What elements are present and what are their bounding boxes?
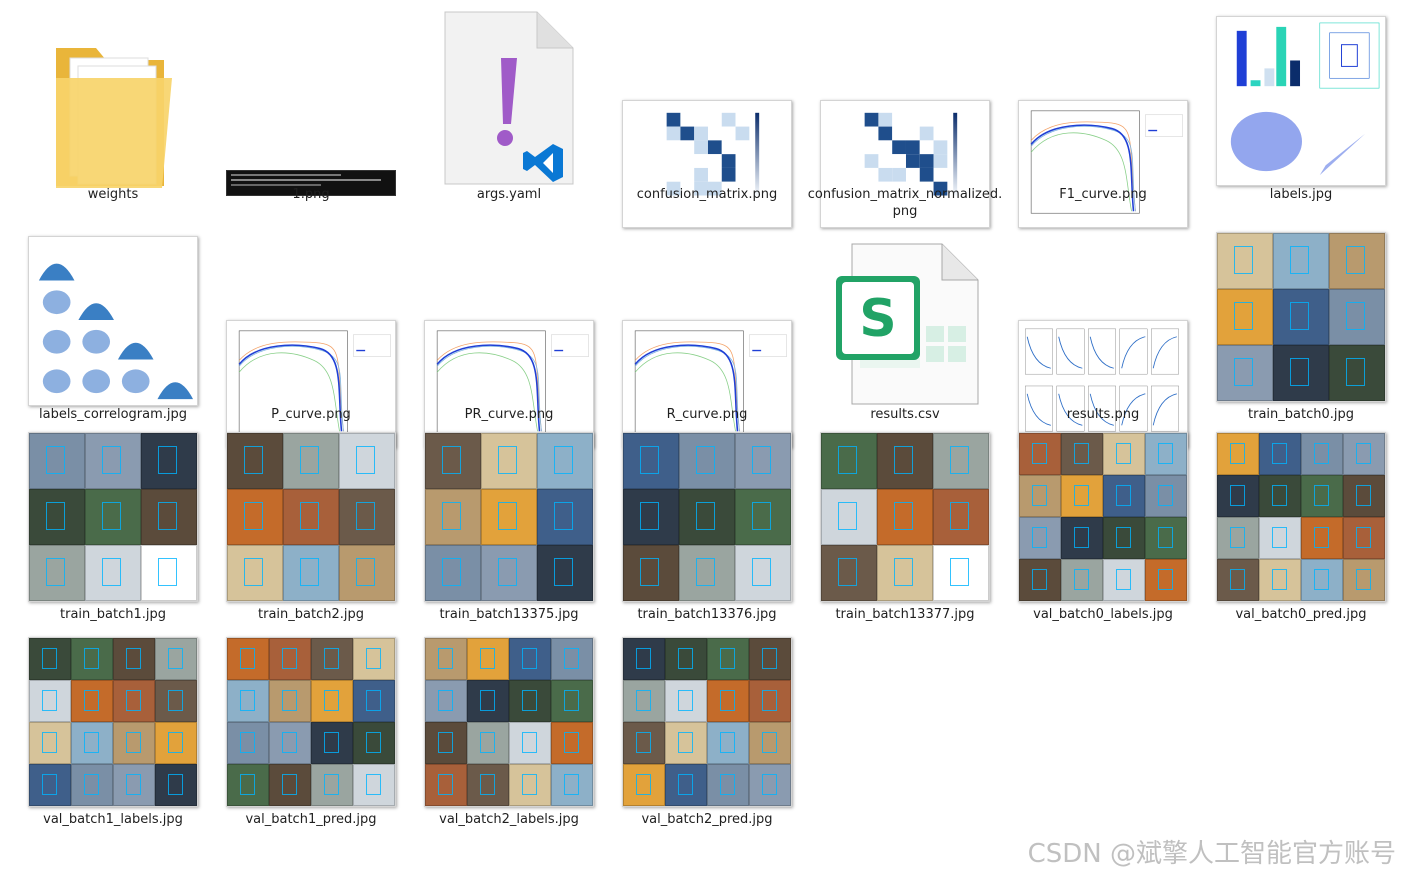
file-item[interactable]: train_batch1.jpg: [14, 428, 212, 628]
file-name-label: confusion_matrix.png: [608, 186, 806, 203]
file-name-label: results.csv: [806, 406, 1004, 423]
file-item[interactable]: S results.csv: [806, 228, 1004, 428]
file-name-label: results.png: [1004, 406, 1202, 423]
file-name-label: args.yaml: [410, 186, 608, 203]
file-name-label: train_batch13375.jpg: [410, 606, 608, 623]
thumbnail-image: [424, 432, 594, 602]
thumbnail-image: [28, 432, 198, 602]
thumbnail-image: [1216, 432, 1386, 602]
thumbnail-image: [28, 236, 198, 406]
thumbnail-image: [1018, 100, 1188, 228]
thumbnail-image: [622, 637, 792, 807]
file-item[interactable]: val_batch0_pred.jpg: [1202, 428, 1400, 628]
file-item[interactable]: P_curve.png: [212, 228, 410, 428]
folder-icon: [48, 38, 178, 198]
file-item[interactable]: confusion_matrix_normalized.png: [806, 8, 1004, 208]
svg-text:S: S: [859, 289, 896, 349]
file-item[interactable]: val_batch1_pred.jpg: [212, 633, 410, 833]
file-item[interactable]: args.yaml: [410, 8, 608, 208]
file-item[interactable]: R_curve.png: [608, 228, 806, 428]
watermark: CSDN @斌擎人工智能官方账号: [1028, 833, 1396, 870]
file-item[interactable]: train_batch13375.jpg: [410, 428, 608, 628]
file-item[interactable]: val_batch1_labels.jpg: [14, 633, 212, 833]
file-name-label: val_batch2_labels.jpg: [410, 811, 608, 828]
file-name-label: labels_correlogram.jpg: [14, 406, 212, 423]
file-item[interactable]: val_batch2_labels.jpg: [410, 633, 608, 833]
file-item[interactable]: train_batch2.jpg: [212, 428, 410, 628]
file-name-label: train_batch13376.jpg: [608, 606, 806, 623]
thumbnail-image: [820, 432, 990, 602]
file-name-label: train_batch0.jpg: [1202, 406, 1400, 423]
file-name-label: train_batch13377.jpg: [806, 606, 1004, 623]
file-name-label: R_curve.png: [608, 406, 806, 423]
file-item[interactable]: results.png: [1004, 228, 1202, 428]
file-item[interactable]: train_batch0.jpg: [1202, 228, 1400, 428]
file-name-label: train_batch1.jpg: [14, 606, 212, 623]
thumbnail-image: [424, 637, 594, 807]
file-name-label: val_batch0_labels.jpg: [1004, 606, 1202, 623]
file-name-label: confusion_matrix_normalized.png: [806, 186, 1004, 220]
file-name-label: train_batch2.jpg: [212, 606, 410, 623]
thumbnail-image: [28, 637, 198, 807]
file-item[interactable]: train_batch13376.jpg: [608, 428, 806, 628]
file-item[interactable]: F1_curve.png: [1004, 8, 1202, 208]
file-name-label: 1.png: [212, 186, 410, 203]
file-name-label: labels.jpg: [1202, 186, 1400, 203]
thumbnail-image: [1216, 16, 1386, 186]
file-name-label: PR_curve.png: [410, 406, 608, 423]
thumbnail-image: [622, 432, 792, 602]
file-item[interactable]: PR_curve.png: [410, 228, 608, 428]
yaml-file-icon: [443, 10, 575, 186]
excel-csv-icon: S: [830, 242, 980, 406]
thumbnail-image: [1018, 432, 1188, 602]
file-name-label: weights: [14, 186, 212, 203]
file-name-label: F1_curve.png: [1004, 186, 1202, 203]
file-name-label: val_batch1_labels.jpg: [14, 811, 212, 828]
file-name-label: val_batch2_pred.jpg: [608, 811, 806, 828]
file-item[interactable]: weights: [14, 8, 212, 208]
file-name-label: val_batch0_pred.jpg: [1202, 606, 1400, 623]
file-grid: weights 1.png args.yaml confusion_matrix…: [14, 0, 1404, 878]
file-item[interactable]: train_batch13377.jpg: [806, 428, 1004, 628]
file-name-label: P_curve.png: [212, 406, 410, 423]
thumbnail-image: [622, 100, 792, 228]
file-item[interactable]: labels.jpg: [1202, 8, 1400, 208]
thumbnail-image: [226, 432, 396, 602]
file-item[interactable]: 1.png: [212, 8, 410, 208]
file-name-label: val_batch1_pred.jpg: [212, 811, 410, 828]
file-item[interactable]: val_batch0_labels.jpg: [1004, 428, 1202, 628]
thumbnail-image: [226, 637, 396, 807]
thumbnail-image: [1216, 232, 1386, 402]
file-item[interactable]: confusion_matrix.png: [608, 8, 806, 208]
file-item[interactable]: val_batch2_pred.jpg: [608, 633, 806, 833]
file-item[interactable]: labels_correlogram.jpg: [14, 228, 212, 428]
